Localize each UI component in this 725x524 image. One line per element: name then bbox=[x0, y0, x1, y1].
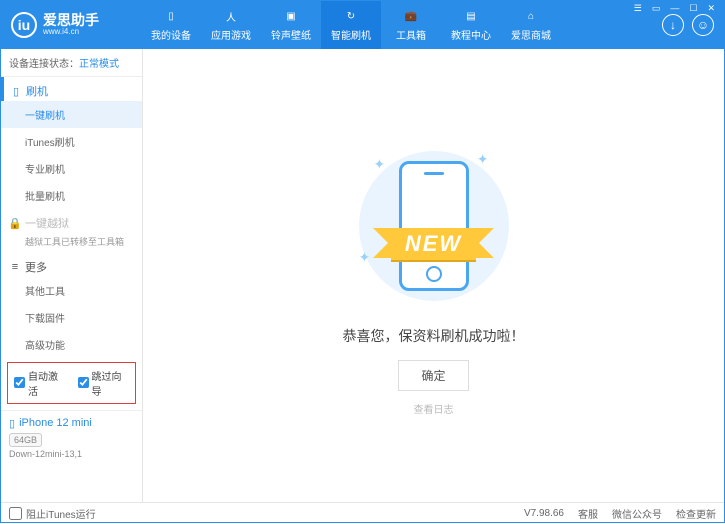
section-flash[interactable]: ▯ 刷机 bbox=[1, 77, 142, 101]
ok-button[interactable]: 确定 bbox=[398, 360, 468, 391]
block-itunes-checkbox[interactable]: 阻止iTunes运行 bbox=[9, 506, 96, 521]
options-box: 自动激活 跳过向导 bbox=[7, 362, 136, 404]
phone-small-icon: ▯ bbox=[10, 85, 22, 97]
success-illustration: ✦ ✦ ✦ NEW bbox=[354, 146, 514, 306]
phone-illustration-icon bbox=[399, 161, 469, 291]
wechat-link[interactable]: 微信公众号 bbox=[612, 506, 662, 521]
support-link[interactable]: 客服 bbox=[578, 506, 598, 521]
sidebar-item-download-firmware[interactable]: 下载固件 bbox=[1, 304, 142, 331]
sidebar-item-oneclick-flash[interactable]: 一键刷机 bbox=[1, 101, 142, 128]
footer-bar: 阻止iTunes运行 V7.98.66 客服 微信公众号 检查更新 bbox=[1, 502, 724, 524]
user-button[interactable]: ☺ bbox=[692, 14, 714, 36]
app-title: 爱思助手 bbox=[43, 13, 99, 28]
download-button[interactable]: ↓ bbox=[662, 14, 684, 36]
nav-my-device[interactable]: ▯我的设备 bbox=[141, 1, 201, 49]
nav-ringtones[interactable]: ▣铃声壁纸 bbox=[261, 1, 321, 49]
top-nav: ▯我的设备 人应用游戏 ▣铃声壁纸 ↻智能刷机 💼工具箱 ▤教程中心 ⌂爱思商城 bbox=[141, 1, 662, 49]
sidebar-item-batch-flash[interactable]: 批量刷机 bbox=[1, 182, 142, 209]
refresh-icon: ↻ bbox=[343, 9, 359, 25]
jailbreak-note: 越狱工具已转移至工具箱 bbox=[1, 233, 142, 253]
nav-apps[interactable]: 人应用游戏 bbox=[201, 1, 261, 49]
image-icon: ▣ bbox=[283, 9, 299, 25]
device-phone-icon: ▯ bbox=[9, 417, 15, 430]
check-update-link[interactable]: 检查更新 bbox=[676, 506, 716, 521]
nav-toolbox[interactable]: 💼工具箱 bbox=[381, 1, 441, 49]
view-log-link[interactable]: 查看日志 bbox=[414, 401, 454, 416]
section-more[interactable]: ≡ 更多 bbox=[1, 253, 142, 277]
sidebar-item-other-tools[interactable]: 其他工具 bbox=[1, 277, 142, 304]
main-content: ✦ ✦ ✦ NEW 恭喜您，保资料刷机成功啦！ 确定 查看日志 bbox=[143, 49, 724, 502]
sidebar-item-advanced[interactable]: 高级功能 bbox=[1, 331, 142, 358]
close-icon[interactable]: ✕ bbox=[704, 3, 718, 14]
phone-icon: ▯ bbox=[163, 9, 179, 25]
minimize-icon[interactable]: — bbox=[667, 3, 682, 14]
section-jailbreak: 🔒 一键越狱 bbox=[1, 209, 142, 233]
version-label: V7.98.66 bbox=[524, 508, 564, 519]
device-info[interactable]: ▯ iPhone 12 mini 64GB Down-12mini-13,1 bbox=[1, 410, 142, 465]
window-controls: ☰ ▭ — ☐ ✕ bbox=[631, 3, 718, 14]
device-name: ▯ iPhone 12 mini bbox=[9, 417, 134, 430]
sidebar: 设备连接状态：正常模式 ▯ 刷机 一键刷机 iTunes刷机 专业刷机 批量刷机… bbox=[1, 49, 143, 502]
header-bar: ☰ ▭ — ☐ ✕ iu 爱思助手 www.i4.cn ▯我的设备 人应用游戏 … bbox=[1, 1, 724, 49]
sidebar-item-itunes-flash[interactable]: iTunes刷机 bbox=[1, 128, 142, 155]
auto-activate-checkbox[interactable]: 自动激活 bbox=[14, 368, 66, 398]
app-subtitle: www.i4.cn bbox=[43, 28, 99, 37]
more-icon: ≡ bbox=[9, 261, 21, 273]
maximize-icon[interactable]: ☐ bbox=[686, 3, 700, 14]
skip-wizard-checkbox[interactable]: 跳过向导 bbox=[78, 368, 130, 398]
logo-icon: iu bbox=[11, 12, 37, 38]
header-actions: ↓ ☺ bbox=[662, 14, 714, 36]
nav-tutorials[interactable]: ▤教程中心 bbox=[441, 1, 501, 49]
device-storage: 64GB bbox=[9, 433, 42, 447]
device-model: Down-12mini-13,1 bbox=[9, 449, 134, 459]
device-status: 设备连接状态：正常模式 bbox=[1, 49, 142, 77]
apps-icon: 人 bbox=[223, 9, 239, 25]
lock-icon: 🔒 bbox=[9, 217, 21, 229]
toolbox-icon: 💼 bbox=[403, 9, 419, 25]
sidebar-item-pro-flash[interactable]: 专业刷机 bbox=[1, 155, 142, 182]
success-message: 恭喜您，保资料刷机成功啦！ bbox=[343, 326, 525, 346]
logo: iu 爱思助手 www.i4.cn bbox=[11, 12, 141, 38]
menu-icon[interactable]: ☰ bbox=[631, 3, 645, 14]
book-icon: ▤ bbox=[463, 9, 479, 25]
nav-store[interactable]: ⌂爱思商城 bbox=[501, 1, 561, 49]
new-ribbon: NEW bbox=[391, 228, 476, 260]
store-icon: ⌂ bbox=[523, 9, 539, 25]
note-icon[interactable]: ▭ bbox=[649, 3, 664, 14]
nav-flash[interactable]: ↻智能刷机 bbox=[321, 1, 381, 49]
status-value: 正常模式 bbox=[79, 59, 119, 70]
